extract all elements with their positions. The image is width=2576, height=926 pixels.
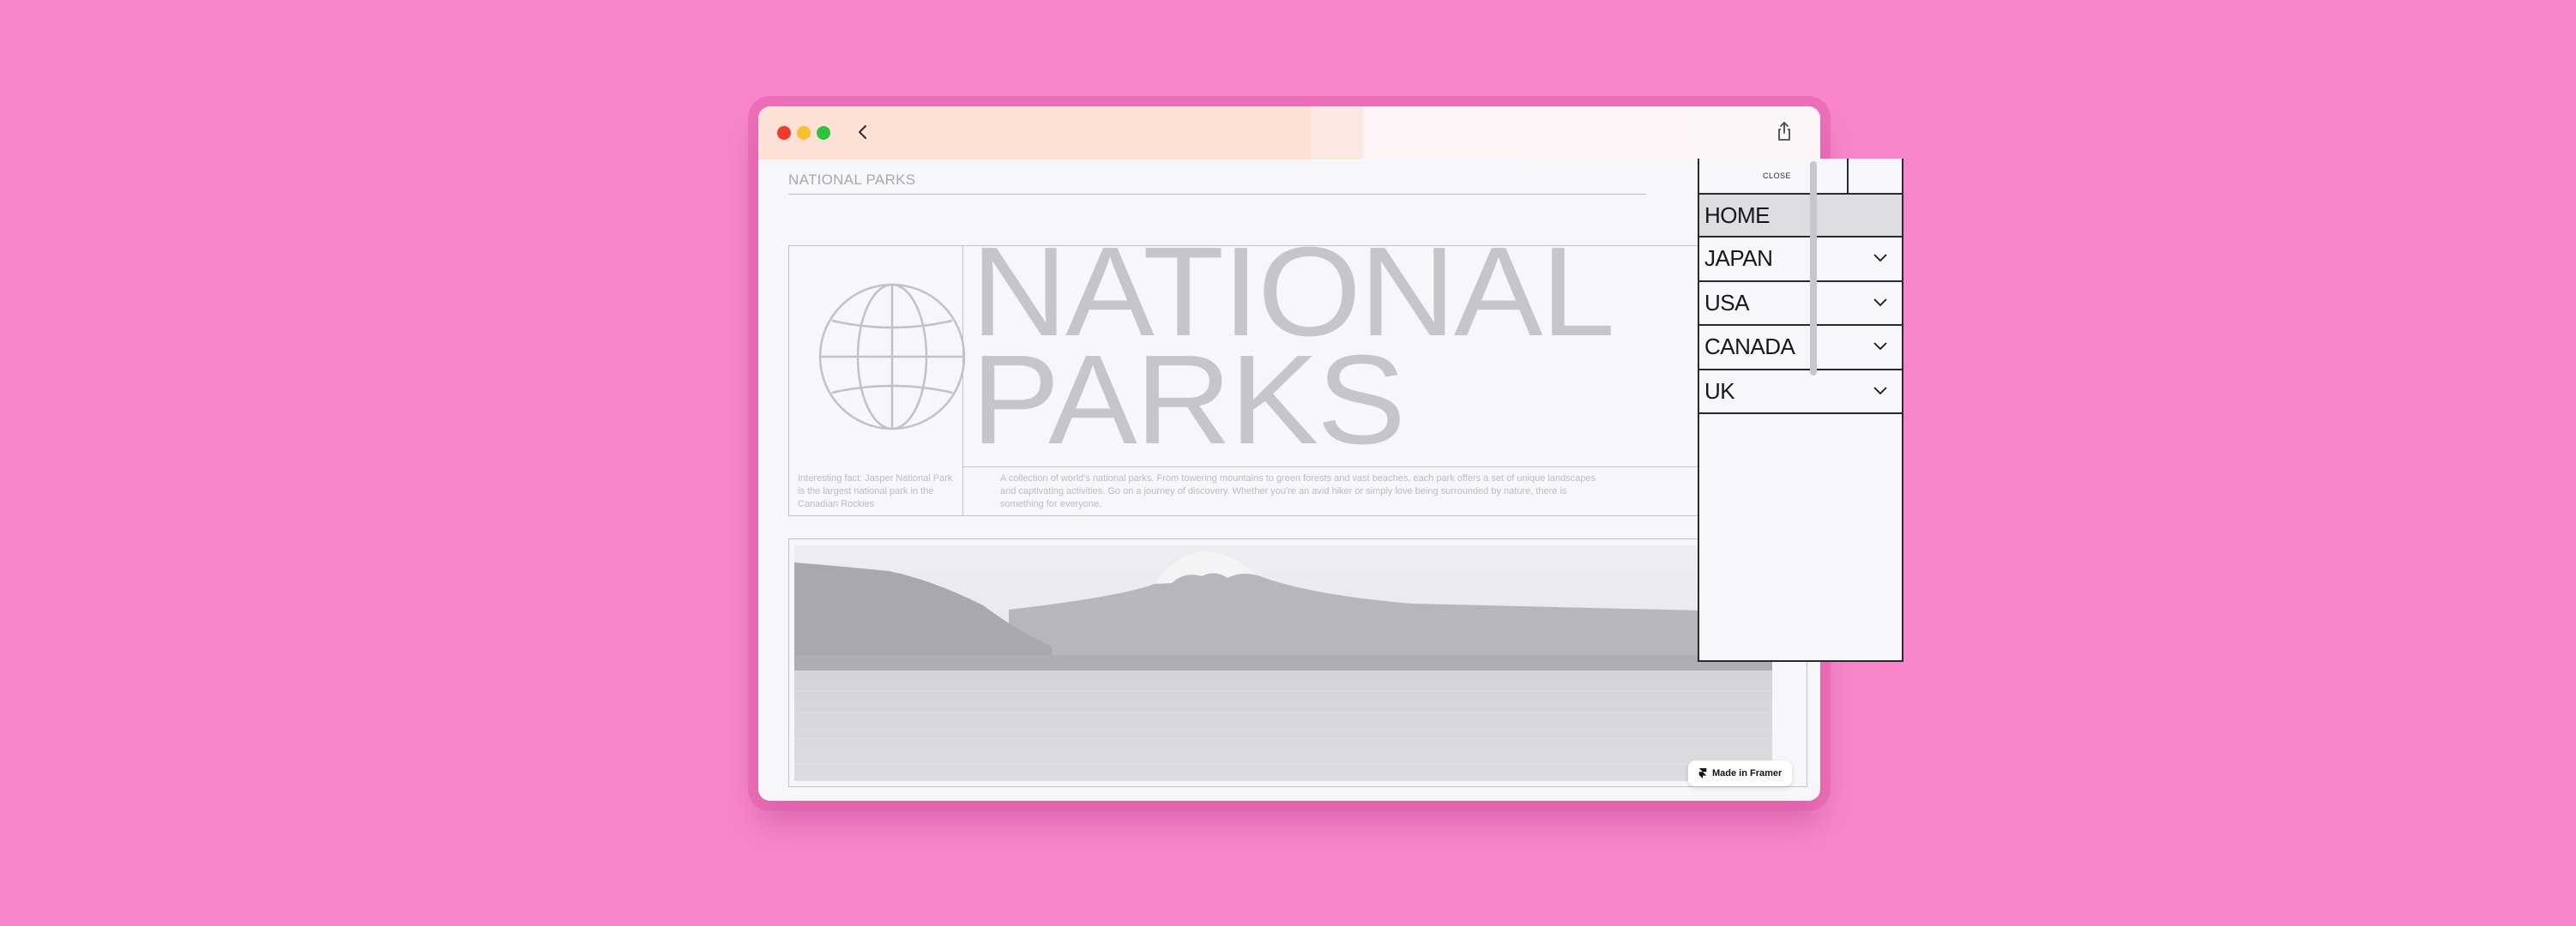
chevron-down-icon[interactable] xyxy=(1873,253,1888,263)
title-bar xyxy=(758,106,1820,159)
globe-icon xyxy=(818,283,966,430)
title-divider xyxy=(788,194,1646,195)
menu-item-label: HOME xyxy=(1704,201,1771,228)
chevron-down-icon[interactable] xyxy=(1873,298,1888,308)
menu-item-canada[interactable]: CANADA xyxy=(1699,324,1902,367)
menu-item-japan[interactable]: JAPAN xyxy=(1699,236,1902,279)
menu-divider xyxy=(1699,412,1902,414)
chevron-down-icon[interactable] xyxy=(1873,386,1888,396)
share-icon[interactable] xyxy=(1774,120,1795,142)
framer-logo-icon xyxy=(1698,768,1707,779)
menu-item-home[interactable]: HOME xyxy=(1699,193,1902,236)
scrollbar-thumb[interactable] xyxy=(1810,161,1817,376)
badge-label: Made in Framer xyxy=(1712,768,1783,779)
maximize-window-button[interactable] xyxy=(817,126,830,140)
chevron-down-icon[interactable] xyxy=(1873,341,1888,352)
menu-item-uk[interactable]: UK xyxy=(1699,369,1902,412)
menu-item-label: UK xyxy=(1704,377,1735,404)
browser-window: NATIONAL PARKS NATIONAL PARKS Interestin… xyxy=(758,106,1820,801)
minimize-window-button[interactable] xyxy=(797,126,811,140)
site-title[interactable]: NATIONAL PARKS xyxy=(788,171,915,189)
menu-item-label: JAPAN xyxy=(1704,244,1773,271)
page-content: NATIONAL PARKS NATIONAL PARKS Interestin… xyxy=(758,159,1820,801)
menu-item-usa[interactable]: USA xyxy=(1699,280,1902,323)
chevron-left-icon[interactable] xyxy=(853,122,873,142)
mountain-lake-image xyxy=(794,545,1772,781)
close-menu-button[interactable]: CLOSE xyxy=(1763,171,1791,180)
close-menu-area xyxy=(1698,159,1903,195)
menu-item-label: USA xyxy=(1704,289,1749,316)
hero-heading: NATIONAL PARKS xyxy=(971,229,1615,464)
hero-divider xyxy=(962,466,1812,467)
fact-text: Interesting fact: Jasper National Park i… xyxy=(798,473,953,509)
description-text: A collection of world's national parks. … xyxy=(1000,473,1596,509)
made-in-framer-badge[interactable]: Made in Framer xyxy=(1688,761,1792,786)
close-window-button[interactable] xyxy=(777,126,791,140)
close-divider xyxy=(1847,159,1849,195)
menu-item-label: CANADA xyxy=(1704,333,1795,359)
